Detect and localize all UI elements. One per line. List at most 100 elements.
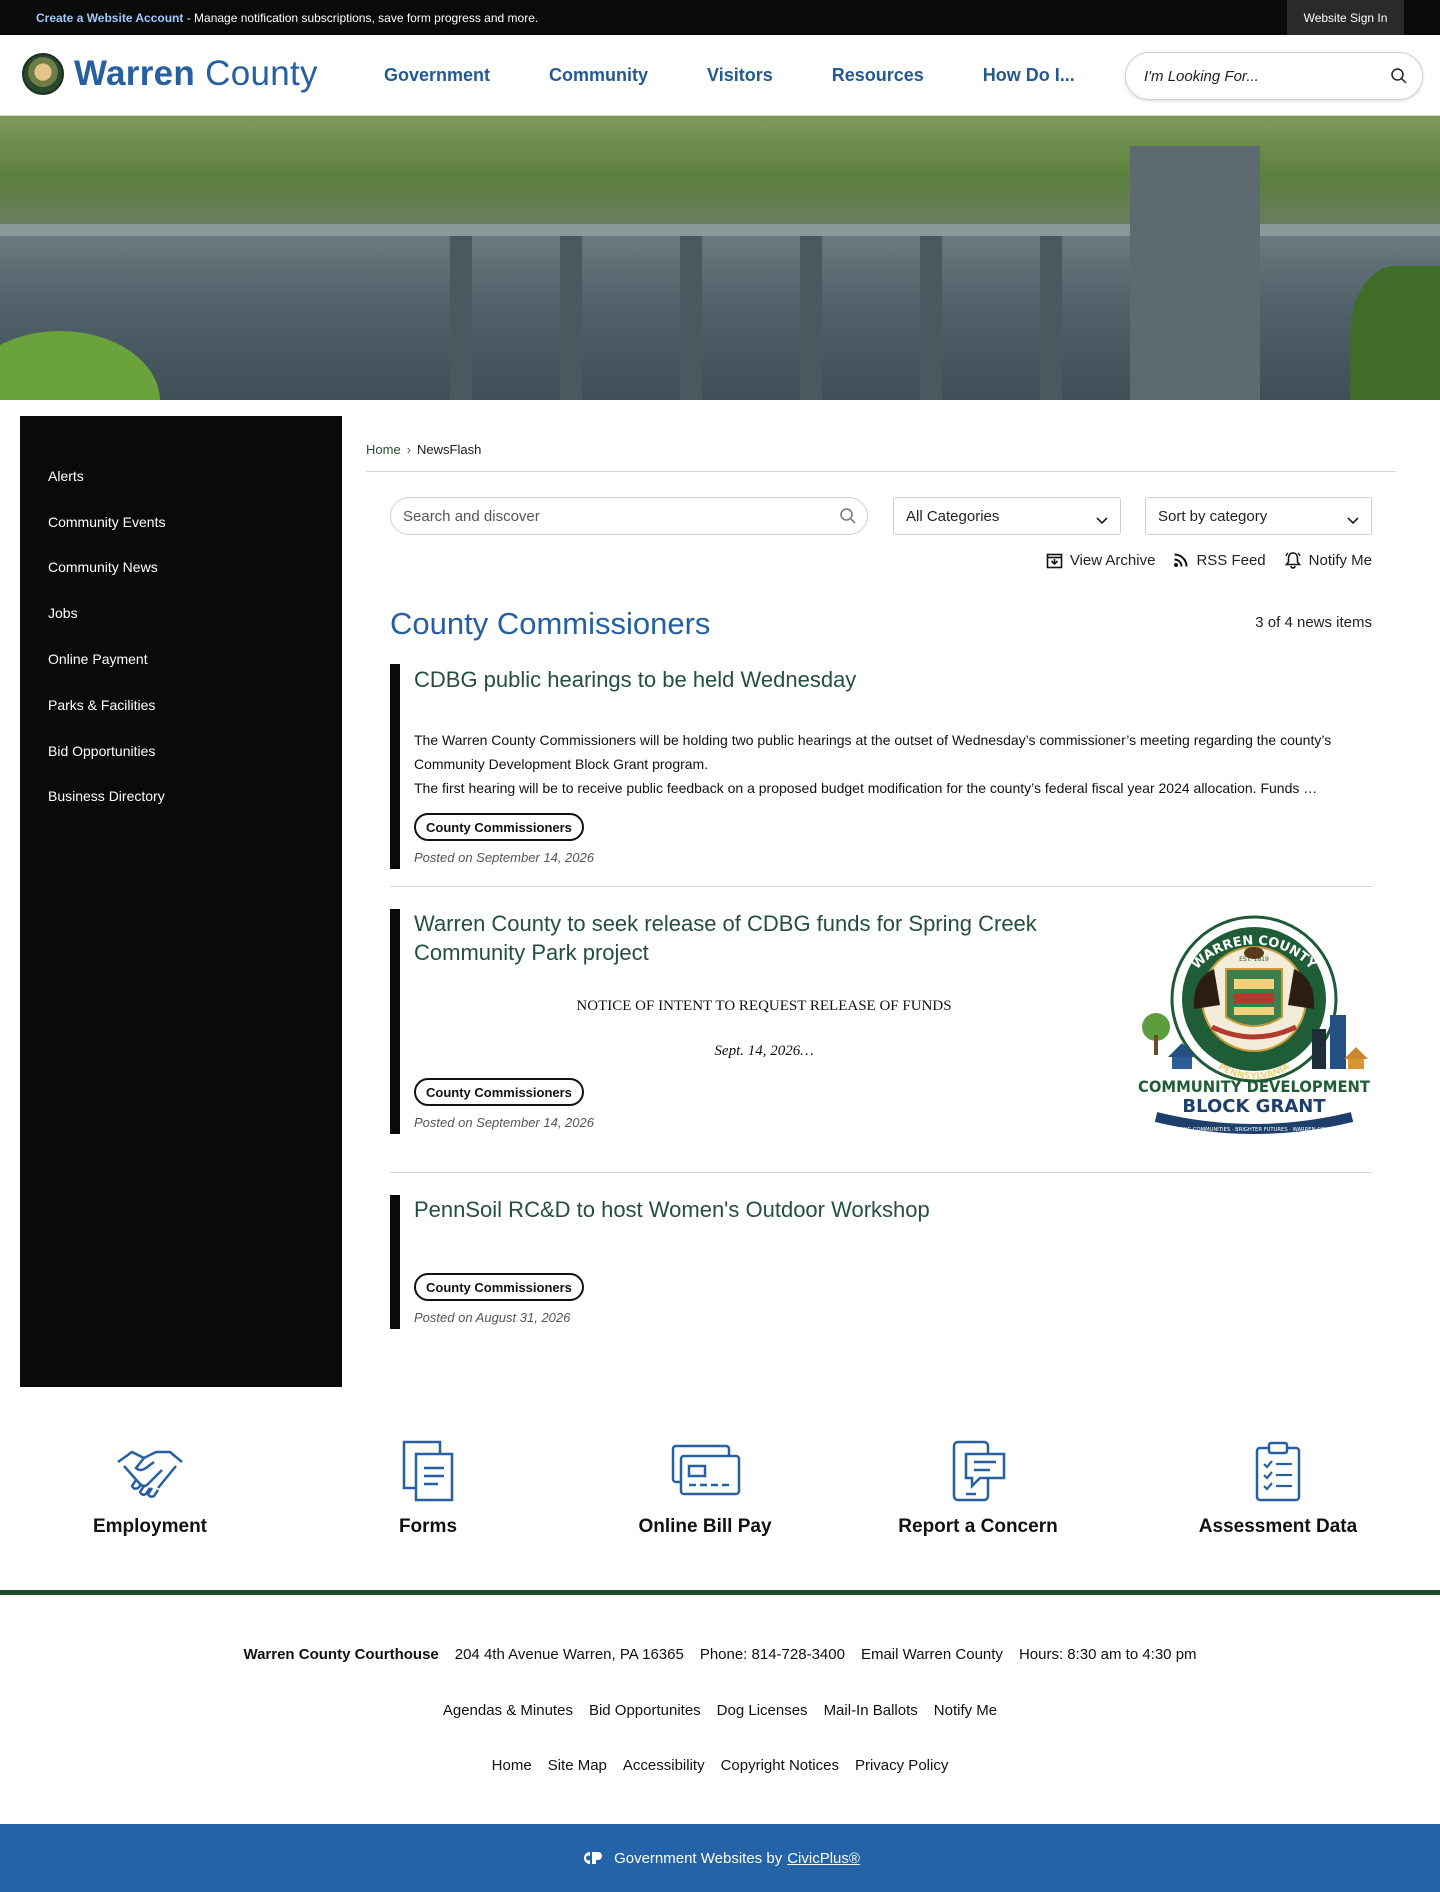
website-sign-in-button[interactable]: Website Sign In <box>1287 0 1404 35</box>
quick-link-assessment-data[interactable]: Assessment Data <box>1198 1440 1358 1538</box>
footer-legal-row: Home Site Map Accessibility Copyright No… <box>0 1757 1440 1774</box>
nav-resources[interactable]: Resources <box>832 65 924 86</box>
county-seal-icon <box>22 53 64 95</box>
footer-divider <box>0 1590 1440 1595</box>
report-concern-icon <box>952 1440 1006 1502</box>
quick-link-label: Online Bill Pay <box>638 1516 772 1537</box>
site-search-box <box>1125 52 1423 100</box>
notify-me-link[interactable]: Notify Me <box>1284 551 1372 569</box>
news-item: CDBG public hearings to be held Wednesda… <box>390 664 1372 887</box>
breadcrumb-home-link[interactable]: Home <box>366 442 401 457</box>
category-tag[interactable]: County Commissioners <box>414 813 584 841</box>
quick-link-online-bill-pay[interactable]: Online Bill Pay <box>630 1440 780 1538</box>
footer-email-link[interactable]: Email Warren County <box>861 1646 1003 1663</box>
quick-link-label: Employment <box>92 1516 208 1537</box>
cdbg-logo-image[interactable]: WARREN COUNTY EST. 1819 PENNSYLVANIA COM… <box>1134 909 1374 1134</box>
site-logo[interactable]: Warren County <box>22 53 318 95</box>
dam-pier <box>1040 236 1062 400</box>
civicplus-link[interactable]: CivicPlus® <box>787 1850 860 1867</box>
account-message-text: - Manage notification subscriptions, sav… <box>183 10 539 25</box>
footer-phone: Phone: 814-728-3400 <box>699 1646 845 1663</box>
civicplus-bar: Government Websites by CivicPlus® <box>0 1824 1440 1892</box>
footer-link-mail-in-ballots[interactable]: Mail-In Ballots <box>824 1702 918 1719</box>
footer-link-bid-opportunities[interactable]: Bid Opportunites <box>589 1702 701 1719</box>
nav-visitors[interactable]: Visitors <box>707 65 773 86</box>
footer-link-copyright[interactable]: Copyright Notices <box>721 1757 839 1774</box>
posted-date: Posted on September 14, 2026 <box>414 1115 594 1130</box>
breadcrumb: Home › NewsFlash <box>366 442 1396 472</box>
news-item-title[interactable]: CDBG public hearings to be held Wednesda… <box>414 665 856 694</box>
news-item-title[interactable]: PennSoil RC&D to host Women's Outdoor Wo… <box>414 1195 930 1224</box>
svg-text:STRONG COMMUNITIES · BRIGHTER: STRONG COMMUNITIES · BRIGHTER FUTURES · … <box>1169 1127 1340 1133</box>
chevron-down-icon <box>1347 512 1359 529</box>
news-item: PennSoil RC&D to host Women's Outdoor Wo… <box>390 1195 1372 1331</box>
news-search-box <box>390 497 868 535</box>
footer-courthouse: Warren County Courthouse <box>243 1646 439 1663</box>
create-account-link[interactable]: Create a Website Account <box>36 11 183 25</box>
sidebar-item-business-directory[interactable]: Business Directory <box>20 774 342 820</box>
forms-icon <box>402 1440 454 1502</box>
top-utility-bar: Create a Website Account - Manage notifi… <box>0 0 1440 35</box>
quick-link-label: Report a Concern <box>898 1516 1058 1537</box>
rss-icon <box>1174 553 1188 567</box>
footer-link-accessibility[interactable]: Accessibility <box>623 1757 705 1774</box>
sidebar-item-community-events[interactable]: Community Events <box>20 499 342 545</box>
clipboard-checklist-icon <box>1255 1441 1301 1502</box>
search-icon[interactable] <box>1390 67 1408 90</box>
nav-government[interactable]: Government <box>384 65 490 86</box>
bell-icon <box>1284 552 1301 569</box>
category-tag[interactable]: County Commissioners <box>414 1273 584 1301</box>
svg-text:BLOCK GRANT: BLOCK GRANT <box>1182 1096 1326 1117</box>
sidebar-item-community-news[interactable]: Community News <box>20 545 342 591</box>
category-header: County Commissioners 3 of 4 news items <box>366 594 1396 664</box>
rss-feed-label: RSS Feed <box>1196 551 1266 569</box>
footer-link-home[interactable]: Home <box>492 1757 532 1774</box>
news-item-title[interactable]: Warren County to seek release of CDBG fu… <box>414 909 1114 967</box>
quick-link-forms[interactable]: Forms <box>368 1440 488 1538</box>
news-item-summary-line: The first hearing will be to receive pub… <box>414 780 1318 796</box>
sidebar-item-bid-opportunities[interactable]: Bid Opportunities <box>20 728 342 774</box>
footer-links-row: Agendas & Minutes Bid Opportunites Dog L… <box>0 1702 1440 1719</box>
footer-link-site-map[interactable]: Site Map <box>548 1757 607 1774</box>
dam-tower <box>1130 146 1260 400</box>
sidebar-item-parks-facilities[interactable]: Parks & Facilities <box>20 682 342 728</box>
footer-link-dog-licenses[interactable]: Dog Licenses <box>717 1702 808 1719</box>
sidebar-item-online-payment[interactable]: Online Payment <box>20 636 342 682</box>
view-archive-link[interactable]: View Archive <box>1046 552 1155 569</box>
logo-text: Warren County <box>74 54 318 93</box>
footer-link-notify-me[interactable]: Notify Me <box>934 1702 997 1719</box>
sort-select[interactable]: Sort by category <box>1145 497 1372 535</box>
sidebar-item-alerts[interactable]: Alerts <box>20 453 342 499</box>
powered-by-text: Government Websites by <box>614 1849 783 1867</box>
rss-feed-link[interactable]: RSS Feed <box>1173 551 1266 569</box>
news-item-notice-heading: NOTICE OF INTENT TO REQUEST RELEASE OF F… <box>576 998 952 1014</box>
quick-link-report-a-concern[interactable]: Report a Concern <box>895 1440 1061 1538</box>
footer-hours: Hours: 8:30 am to 4:30 pm <box>1018 1646 1197 1663</box>
nav-community[interactable]: Community <box>549 65 648 86</box>
posted-date: Posted on September 14, 2026 <box>414 850 594 865</box>
news-item-accent-bar <box>390 909 400 1134</box>
sidebar-item-jobs[interactable]: Jobs <box>20 590 342 636</box>
news-search-input[interactable] <box>403 507 823 525</box>
chevron-down-icon <box>1096 512 1108 529</box>
trees <box>1350 266 1440 400</box>
quick-links: Employment Forms Online Bill Pay Report … <box>0 1440 1440 1548</box>
quick-link-employment[interactable]: Employment <box>90 1440 210 1538</box>
dam-pier <box>920 236 942 400</box>
category-select-value: All Categories <box>906 507 1000 525</box>
site-search-input[interactable] <box>1144 67 1384 85</box>
footer-address: 204 4th Avenue Warren, PA 16365 <box>454 1646 684 1663</box>
footer-link-agendas[interactable]: Agendas & Minutes <box>443 1702 573 1719</box>
svg-text:COMMUNITY DEVELOPMENT: COMMUNITY DEVELOPMENT <box>1138 1077 1370 1096</box>
handshake-icon <box>117 1450 183 1498</box>
news-item-accent-bar <box>390 1195 400 1329</box>
search-icon[interactable] <box>839 507 857 530</box>
main-navigation: Government Community Visitors Resources … <box>384 35 1134 116</box>
news-filters: All Categories Sort by category <box>366 472 1396 552</box>
nav-how-do-i[interactable]: How Do I... <box>983 65 1075 86</box>
category-select[interactable]: All Categories <box>893 497 1121 535</box>
category-tag[interactable]: County Commissioners <box>414 1078 584 1106</box>
footer-link-privacy[interactable]: Privacy Policy <box>855 1757 948 1774</box>
quick-link-label: Forms <box>398 1516 458 1537</box>
archive-icon <box>1046 553 1063 568</box>
